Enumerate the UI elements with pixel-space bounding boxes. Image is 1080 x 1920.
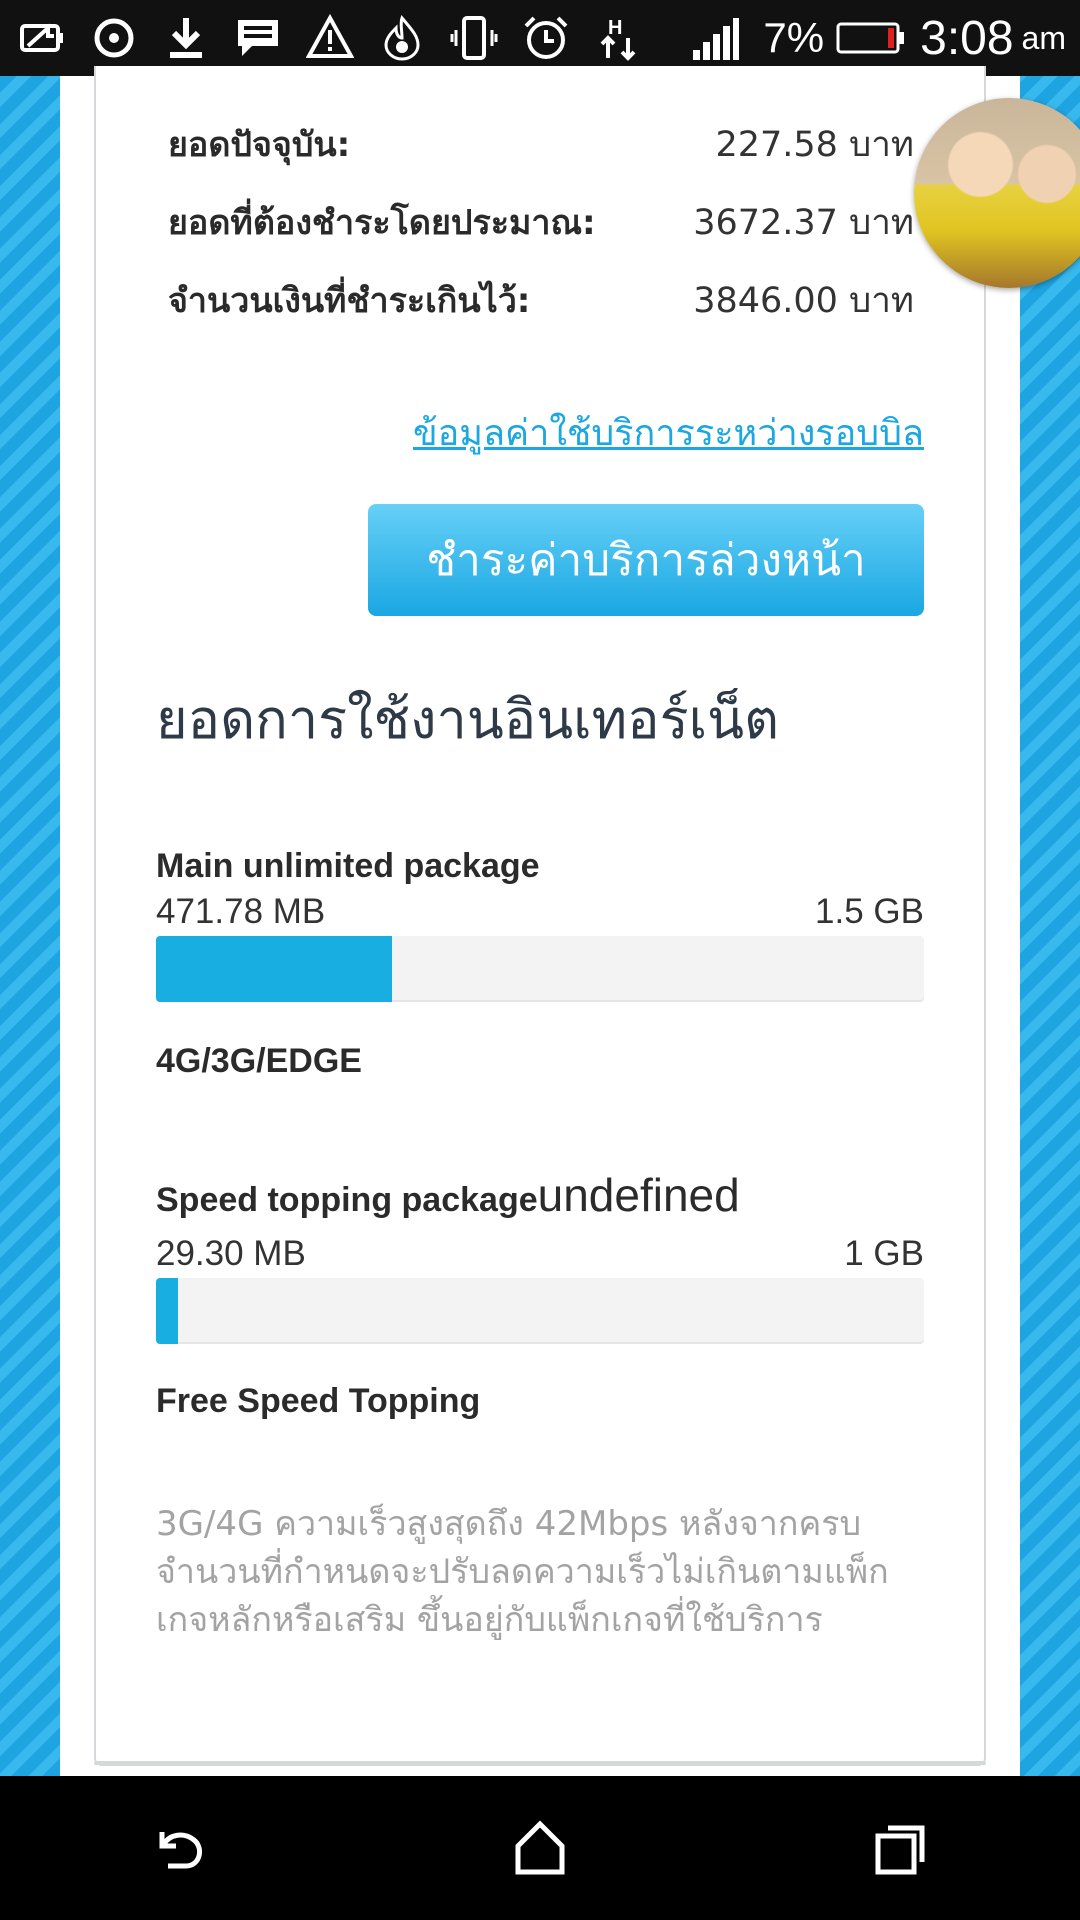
package-name-text: Speed topping package (156, 1181, 538, 1219)
usage-row: 471.78 MB 1.5 GB (156, 892, 924, 932)
usage-used: 471.78 MB (156, 892, 326, 931)
balance-value: 3672.37 บาท (693, 202, 914, 243)
billing-cycle-usage-link[interactable]: ข้อมูลค่าใช้บริการระหว่างรอบบิล (413, 404, 924, 461)
clock-ampm: am (1021, 19, 1066, 56)
package-name: Speed topping packageundefined (156, 1168, 740, 1222)
home-icon[interactable] (480, 1788, 600, 1908)
balance-row-current: ยอดปัจจุบัน: 227.58 บาท (168, 116, 914, 172)
vibrate-icon (446, 10, 502, 66)
usage-total: 1 GB (844, 1234, 924, 1273)
network-type: 4G/3G/EDGE (156, 1042, 362, 1080)
package-name-text: Main unlimited package (156, 847, 540, 885)
warning-icon (302, 10, 358, 66)
package-name-suffix: undefined (537, 1169, 740, 1221)
status-bar: H 7% 3:08 am (0, 0, 1080, 76)
alarm-icon (518, 10, 574, 66)
sync-icon (86, 10, 142, 66)
usage-progress-fill (156, 936, 392, 1002)
usage-row: 29.30 MB 1 GB (156, 1234, 924, 1274)
message-icon (230, 10, 286, 66)
recents-icon[interactable] (840, 1788, 960, 1908)
flame-icon (374, 10, 430, 66)
svg-text:H: H (608, 17, 622, 39)
usage-progress-bar (156, 936, 924, 1002)
usage-used: 29.30 MB (156, 1234, 306, 1273)
battery-percent: 7% (763, 14, 825, 61)
balance-row-estimated: ยอดที่ต้องชำระโดยประมาณ: 3672.37 บาท (168, 194, 914, 250)
usage-progress-fill (156, 1278, 179, 1344)
balance-label: จำนวนเงินที่ชำระเกินไว้: (168, 281, 531, 321)
balance-value: 227.58 บาท (715, 124, 914, 165)
signal-icon (687, 10, 743, 66)
navigation-bar (0, 1776, 1080, 1920)
page-title: ยอดการใช้งานอินเทอร์เน็ต (156, 688, 780, 751)
clock: 3:08 (920, 11, 1014, 65)
battery-icon (836, 18, 906, 58)
network-type: Free Speed Topping (156, 1382, 481, 1420)
speed-note: 3G/4G ความเร็วสูงสุดถึง 42Mbps หลังจากคร… (156, 1504, 889, 1640)
battery-saver-icon (14, 10, 70, 66)
download-icon (158, 10, 214, 66)
hspa-data-icon: H (590, 10, 646, 66)
balance-label: ยอดปัจจุบัน: (168, 125, 351, 165)
balance-label: ยอดที่ต้องชำระโดยประมาณ: (168, 203, 596, 243)
card-bottom-border (94, 1761, 986, 1765)
usage-total: 1.5 GB (815, 892, 924, 931)
balance-value: 3846.00 บาท (693, 280, 914, 321)
usage-progress-bar (156, 1278, 924, 1344)
package-name: Main unlimited package (156, 834, 540, 888)
prepay-button[interactable]: ชำระค่าบริการล่วงหน้า (368, 504, 924, 616)
back-icon[interactable] (120, 1788, 240, 1908)
balance-row-overpaid: จำนวนเงินที่ชำระเกินไว้: 3846.00 บาท (168, 272, 914, 328)
